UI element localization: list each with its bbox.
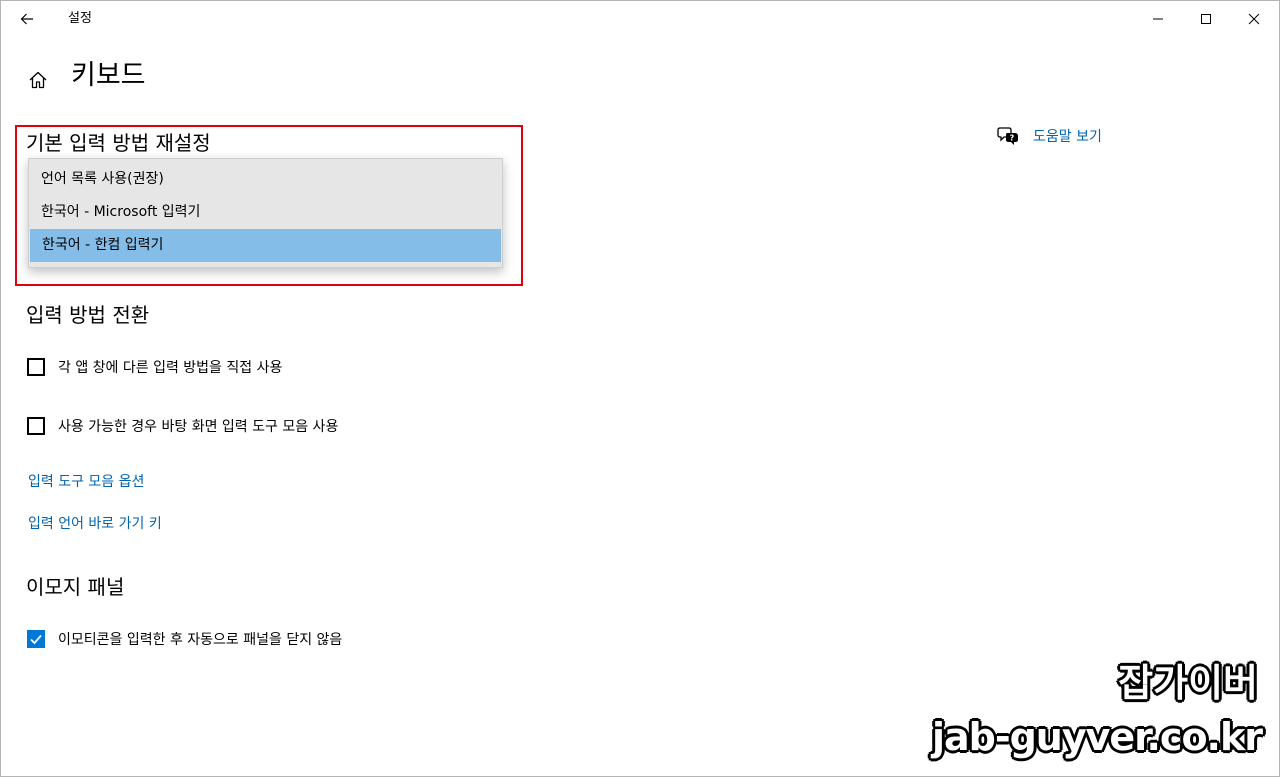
- page-title: 키보드: [71, 60, 146, 91]
- checkbox-label: 이모티콘을 입력한 후 자동으로 패널을 닫지 않음: [58, 632, 343, 648]
- back-button[interactable]: [11, 5, 43, 33]
- dropdown-option-hancom-ime[interactable]: 한국어 - 한컴 입력기: [30, 229, 501, 262]
- close-icon: [1248, 13, 1260, 25]
- settings-window: 설정 키보드 ? 도움말 보기 기본 입력 방법 재설정 언어 목록 사용(권장…: [0, 0, 1280, 777]
- emoji-panel-checkbox[interactable]: [27, 630, 45, 648]
- watermark-name: 잡가이버: [1118, 661, 1258, 705]
- home-icon: [29, 71, 47, 89]
- default-input-dropdown-list[interactable]: 언어 목록 사용(권장) 한국어 - Microsoft 입력기 한국어 - 한…: [28, 158, 503, 268]
- maximize-icon: [1201, 14, 1211, 24]
- language-bar-options-link[interactable]: 입력 도구 모음 옵션: [28, 471, 144, 491]
- maximize-button[interactable]: [1183, 1, 1229, 37]
- chat-help-icon: ?: [997, 125, 1019, 147]
- dropdown-option-language-list[interactable]: 언어 목록 사용(권장): [29, 163, 502, 196]
- minimize-icon: [1153, 18, 1163, 20]
- minimize-button[interactable]: [1135, 1, 1181, 37]
- checkbox-label: 각 앱 창에 다른 입력 방법을 직접 사용: [58, 360, 283, 376]
- help-link[interactable]: ? 도움말 보기: [997, 125, 1102, 147]
- section-heading-default-input: 기본 입력 방법 재설정: [26, 131, 211, 155]
- checkbox-row-desktop-language-bar[interactable]: 사용 가능한 경우 바탕 화면 입력 도구 모음 사용: [27, 416, 338, 436]
- checkmark-icon: [30, 634, 42, 645]
- input-language-hotkeys-link[interactable]: 입력 언어 바로 가기 키: [28, 513, 162, 533]
- checkbox-label: 사용 가능한 경우 바탕 화면 입력 도구 모음 사용: [58, 419, 339, 435]
- home-button[interactable]: [25, 67, 51, 93]
- svg-text:?: ?: [1010, 134, 1015, 143]
- title-bar: 설정: [1, 1, 1279, 37]
- dropdown-option-microsoft-ime[interactable]: 한국어 - Microsoft 입력기: [29, 196, 502, 229]
- section-heading-switching: 입력 방법 전환: [26, 303, 150, 327]
- arrow-left-icon: [20, 13, 33, 25]
- help-link-label: 도움말 보기: [1033, 129, 1102, 145]
- desktop-language-bar-checkbox[interactable]: [27, 417, 45, 435]
- watermark-url: jab-guyver.co.kr: [931, 715, 1263, 759]
- checkbox-row-per-app-input[interactable]: 각 앱 창에 다른 입력 방법을 직접 사용: [27, 357, 282, 377]
- section-heading-emoji: 이모지 패널: [26, 575, 125, 599]
- checkbox-row-emoji-panel[interactable]: 이모티콘을 입력한 후 자동으로 패널을 닫지 않음: [27, 629, 342, 649]
- per-app-input-checkbox[interactable]: [27, 358, 45, 376]
- app-title: 설정: [68, 11, 92, 26]
- close-button[interactable]: [1231, 1, 1277, 37]
